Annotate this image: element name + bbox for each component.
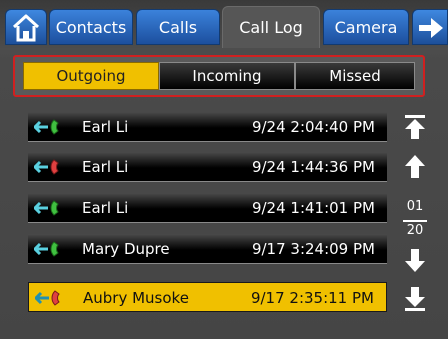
tab-camera[interactable]: Camera xyxy=(323,9,409,45)
tab-contacts[interactable]: Contacts xyxy=(49,9,133,45)
call-time: 9/17 2:35:11 PM xyxy=(250,289,374,307)
filter-missed[interactable]: Missed xyxy=(295,62,415,90)
call-log-screen: Contacts Calls Call Log Camera Outgoing … xyxy=(0,0,448,339)
call-time: 9/17 3:24:09 PM xyxy=(251,240,375,258)
page-total: 20 xyxy=(406,223,424,238)
call-row[interactable]: Earl Li 9/24 1:44:36 PM xyxy=(28,152,387,182)
call-row[interactable]: Earl Li 9/24 2:04:40 PM xyxy=(28,112,387,142)
call-name: Mary Dupre xyxy=(82,240,170,258)
tab-bar: Contacts Calls Call Log Camera xyxy=(0,0,448,48)
outgoing-call-red-icon xyxy=(34,159,59,175)
call-name: Aubry Musoke xyxy=(83,289,189,307)
next-tab-button[interactable] xyxy=(412,9,448,45)
filter-incoming[interactable]: Incoming xyxy=(159,62,295,90)
call-time: 9/24 1:41:01 PM xyxy=(251,199,375,217)
next-page-icon[interactable] xyxy=(402,248,428,274)
first-page-icon[interactable] xyxy=(402,114,428,140)
arrow-right-icon xyxy=(419,18,443,38)
call-name: Earl Li xyxy=(82,158,129,176)
tab-calls[interactable]: Calls xyxy=(136,9,220,45)
outgoing-call-green-icon xyxy=(34,119,59,135)
last-page-icon[interactable] xyxy=(402,286,428,312)
call-row[interactable]: Earl Li 9/24 1:41:01 PM xyxy=(28,193,387,223)
call-time: 9/24 2:04:40 PM xyxy=(251,118,375,136)
call-filter-segmented: Outgoing Incoming Missed xyxy=(13,55,425,97)
call-name: Earl Li xyxy=(82,118,129,136)
previous-page-icon[interactable] xyxy=(402,153,428,179)
outgoing-call-green-icon xyxy=(34,200,59,216)
outgoing-call-red-icon xyxy=(35,290,60,306)
call-name: Earl Li xyxy=(82,199,129,217)
home-button[interactable] xyxy=(5,9,47,45)
call-row-selected[interactable]: Aubry Musoke 9/17 2:35:11 PM xyxy=(28,282,387,312)
page-divider xyxy=(403,220,427,222)
call-time: 9/24 1:44:36 PM xyxy=(251,158,375,176)
home-icon xyxy=(12,14,40,42)
page-current: 01 xyxy=(406,199,424,214)
outgoing-call-green-icon xyxy=(34,241,59,257)
call-row[interactable]: Mary Dupre 9/17 3:24:09 PM xyxy=(28,234,387,264)
tab-call-log[interactable]: Call Log xyxy=(222,6,320,48)
filter-outgoing[interactable]: Outgoing xyxy=(23,62,159,90)
